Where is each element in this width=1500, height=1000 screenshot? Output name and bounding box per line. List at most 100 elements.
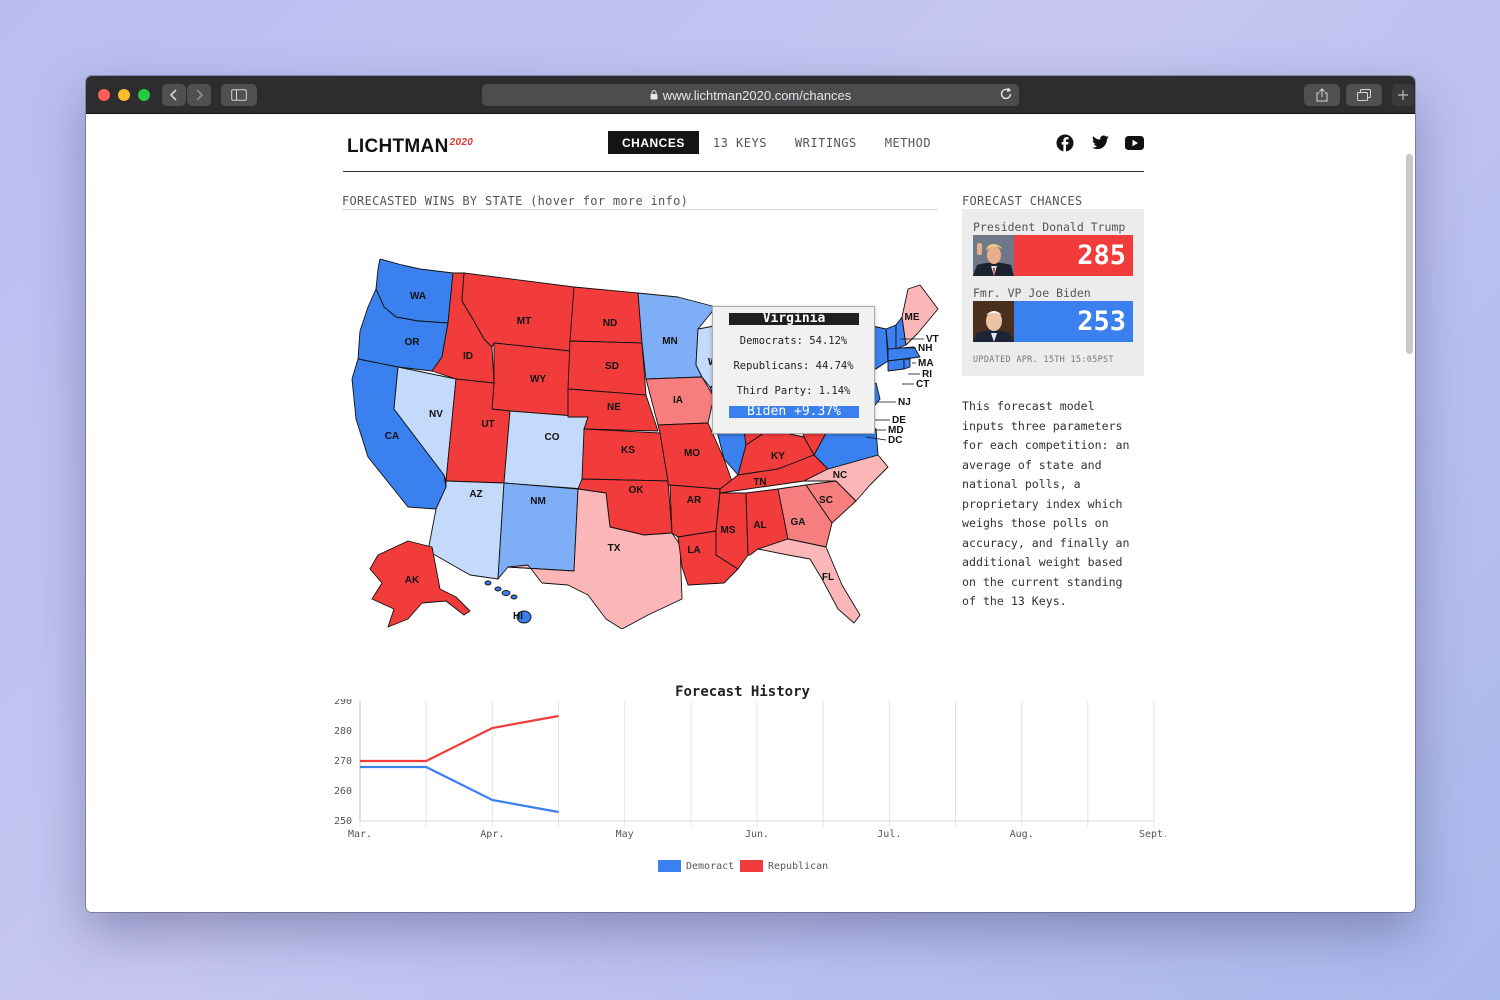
- label-co: CO: [545, 432, 560, 443]
- plus-icon: [1398, 90, 1408, 100]
- legend-democrat[interactable]: Demoract: [658, 860, 734, 872]
- forecast-history-chart: 250 260 270 280 290 Mar. Apr. May Jun. Jul. Aug. Se…: [334, 699, 1166, 840]
- label-nc: NC: [833, 470, 847, 481]
- biden-name: Fmr. VP Joe Biden: [973, 286, 1091, 300]
- label-ut: UT: [481, 419, 494, 430]
- state-nd[interactable]: [569, 286, 643, 344]
- legend-swatch-republican: [740, 860, 763, 872]
- x-tick-label: Apr.: [480, 829, 504, 840]
- x-tick-label: Mar.: [348, 829, 372, 840]
- y-tick-label: 250: [334, 816, 352, 827]
- state-ct[interactable]: [887, 358, 905, 372]
- twitter-icon[interactable]: [1092, 135, 1109, 150]
- label-ky: KY: [771, 451, 785, 462]
- back-button[interactable]: [162, 84, 186, 106]
- map-section-label: FORECASTED WINS BY STATE (hover for more…: [342, 194, 689, 208]
- label-mn: MN: [662, 336, 678, 347]
- label-ga: GA: [791, 517, 806, 528]
- page-scrollbar[interactable]: [1406, 154, 1413, 354]
- state-fl[interactable]: [757, 538, 861, 624]
- label-nv: NV: [429, 409, 443, 420]
- lock-icon: [650, 90, 658, 100]
- state-co[interactable]: [503, 410, 589, 490]
- header-divider: [343, 171, 1144, 172]
- label-nd: ND: [603, 318, 617, 329]
- label-al: AL: [753, 520, 766, 531]
- label-tn: TN: [753, 477, 766, 488]
- state-vt[interactable]: [885, 324, 897, 350]
- series-line-republican: [360, 714, 559, 763]
- trump-name: President Donald Trump: [973, 220, 1126, 234]
- label-ct: CT: [916, 379, 929, 390]
- y-tick-label: 260: [334, 786, 352, 797]
- nav-method[interactable]: METHOD: [871, 131, 945, 154]
- sidebar-icon: [231, 89, 247, 101]
- tooltip-third-party: Third Party: 1.14%: [736, 385, 851, 397]
- sidebar-toggle-button[interactable]: [221, 84, 257, 106]
- label-ar: AR: [687, 495, 702, 506]
- label-ms: MS: [721, 525, 736, 536]
- minimize-window-button[interactable]: [118, 89, 130, 101]
- share-button[interactable]: [1304, 84, 1340, 106]
- state-hi[interactable]: [484, 580, 532, 624]
- logo-year: 2020: [449, 136, 474, 148]
- web-page: LICHTMAN2020 CHANCES 13 KEYS WRITINGS ME…: [86, 114, 1415, 912]
- address-bar[interactable]: www.lichtman2020.com/chances: [482, 84, 1019, 106]
- label-la: LA: [687, 545, 700, 556]
- label-az: AZ: [469, 489, 482, 500]
- y-tick-label: 290: [334, 699, 352, 707]
- zoom-window-button[interactable]: [138, 89, 150, 101]
- tooltip-margin: Biden +9.37%: [729, 406, 859, 418]
- label-dc: DC: [888, 435, 902, 446]
- label-or: OR: [405, 337, 421, 348]
- label-nm: NM: [530, 496, 546, 507]
- forward-button[interactable]: [187, 84, 211, 106]
- chevron-left-icon: [169, 89, 177, 101]
- label-tx: TX: [608, 543, 621, 554]
- logo-text: LICHTMAN: [347, 136, 449, 157]
- tabs-icon: [1357, 89, 1371, 101]
- chart-title: Forecast History: [675, 684, 810, 700]
- nav-writings[interactable]: WRITINGS: [781, 131, 871, 154]
- updated-timestamp: UPDATED APR. 15TH 15:05PST: [973, 355, 1114, 365]
- label-ak: AK: [405, 575, 420, 586]
- label-id: ID: [463, 351, 473, 362]
- site-logo[interactable]: LICHTMAN2020: [347, 136, 473, 158]
- label-wa: WA: [410, 291, 426, 302]
- browser-window: www.lichtman2020.com/chances LICHTMAN202…: [86, 76, 1415, 912]
- x-tick-label: Jul.: [877, 829, 901, 840]
- nav-chances[interactable]: CHANCES: [608, 131, 699, 154]
- chevron-right-icon: [196, 89, 204, 101]
- legend-label-republican: Republican: [768, 860, 829, 872]
- state-tooltip: Virginia Democrats: 54.12% Republicans: …: [712, 306, 875, 434]
- label-hi: HI: [513, 611, 523, 622]
- nav-13-keys[interactable]: 13 KEYS: [699, 131, 781, 154]
- browser-toolbar: www.lichtman2020.com/chances: [86, 76, 1415, 114]
- label-ia: IA: [673, 395, 683, 406]
- url-text: www.lichtman2020.com/chances: [662, 87, 852, 103]
- youtube-icon[interactable]: [1125, 136, 1144, 150]
- main-nav: CHANCES 13 KEYS WRITINGS METHOD: [608, 131, 945, 154]
- state-ar[interactable]: [669, 484, 721, 538]
- legend-label-democrat: Demoract: [686, 860, 735, 872]
- label-nj: NJ: [898, 397, 911, 408]
- label-nh: NH: [918, 343, 932, 354]
- trump-avatar: [973, 235, 1014, 276]
- legend-republican[interactable]: Republican: [740, 860, 828, 872]
- label-me: ME: [905, 312, 920, 323]
- biden-votes: 253: [1014, 301, 1133, 342]
- label-ma: MA: [918, 358, 934, 369]
- x-tick-label: Sept.: [1139, 829, 1166, 840]
- label-mo: MO: [684, 448, 700, 459]
- close-window-button[interactable]: [98, 89, 110, 101]
- tabs-overview-button[interactable]: [1346, 84, 1382, 106]
- map-section-divider: [342, 209, 938, 210]
- tooltip-democrats: Democrats: 54.12%: [739, 335, 848, 347]
- new-tab-button[interactable]: [1392, 84, 1414, 106]
- biden-avatar: [973, 301, 1014, 342]
- state-ri[interactable]: [903, 358, 911, 370]
- label-ne: NE: [607, 402, 621, 413]
- facebook-icon[interactable]: [1056, 134, 1074, 152]
- label-sc: SC: [819, 495, 833, 506]
- reload-icon[interactable]: [999, 87, 1013, 101]
